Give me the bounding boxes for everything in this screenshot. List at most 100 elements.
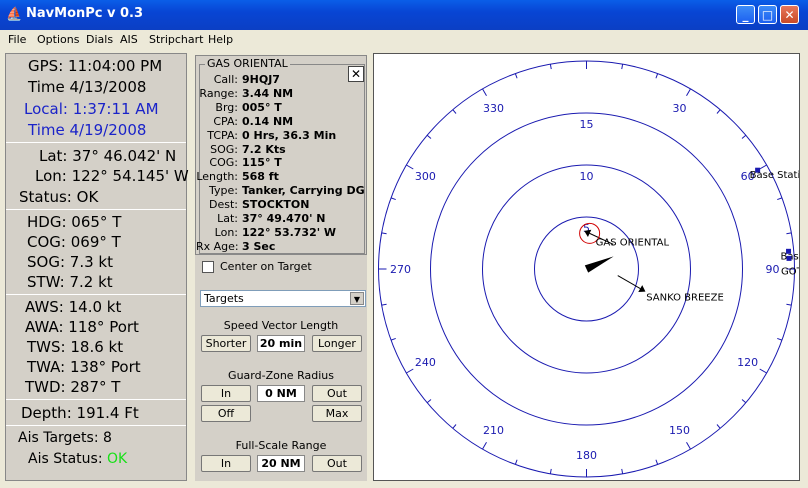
bearing-tick bbox=[786, 303, 792, 306]
aws-row: AWS: 14.0 kt bbox=[25, 298, 121, 316]
bearing-tick bbox=[741, 134, 747, 139]
menu-file[interactable]: File bbox=[8, 33, 26, 46]
chevron-down-icon[interactable]: ▼ bbox=[350, 292, 364, 305]
local-time-row: Time 4/19/2008 bbox=[28, 121, 146, 139]
speed-vector-label: Speed Vector Length bbox=[223, 319, 339, 332]
local-row: Local: 1:37:11 AM bbox=[24, 100, 159, 118]
cog-value: 069° T bbox=[70, 233, 121, 251]
ais-status-label: Ais Status: bbox=[28, 451, 103, 467]
sog-label: SOG: bbox=[27, 253, 66, 271]
base-station-icon bbox=[786, 255, 792, 261]
target-field-label: Length: bbox=[196, 170, 238, 184]
aws-label: AWS: bbox=[25, 298, 64, 316]
target-field-value: 122° 53.732' W bbox=[242, 225, 337, 239]
lat-row: Lat: 37° 46.042' N bbox=[39, 147, 176, 165]
nav-data-panel: GPS: 11:04:00 PM Time 4/13/2008 Local: 1… bbox=[5, 53, 189, 481]
shorter-button[interactable]: Shorter bbox=[201, 335, 251, 352]
target-field-value: 3.44 NM bbox=[242, 86, 294, 100]
bearing-tick bbox=[655, 459, 659, 465]
bearing-tick bbox=[786, 232, 792, 235]
bearing-label: 210 bbox=[483, 424, 504, 437]
close-target-button[interactable]: ✕ bbox=[348, 66, 364, 82]
sog-value: 7.3 kt bbox=[69, 253, 113, 271]
menu-help[interactable]: Help bbox=[208, 33, 233, 46]
lon-value: 122° 54.145' W bbox=[71, 167, 189, 185]
close-button[interactable]: ✕ bbox=[780, 5, 799, 24]
maximize-button[interactable]: □ bbox=[758, 5, 777, 24]
stw-label: STW: bbox=[27, 273, 65, 291]
target-field-value: 0 Hrs, 36.3 Min bbox=[242, 128, 337, 142]
menu-stripchart[interactable]: Stripchart bbox=[149, 33, 203, 46]
bearing-label: 270 bbox=[390, 263, 411, 276]
twd-row: TWD: 287° T bbox=[25, 378, 120, 396]
lon-row: Lon: 122° 54.145' W bbox=[35, 167, 189, 185]
bearing-label: 330 bbox=[483, 102, 504, 115]
bearing-tick bbox=[452, 424, 457, 429]
menu-dials[interactable]: Dials bbox=[86, 33, 113, 46]
full-scale-label: Full-Scale Range bbox=[235, 439, 327, 452]
guard-zone-label: Guard-Zone Radius bbox=[228, 369, 334, 382]
menu-ais[interactable]: AIS bbox=[120, 33, 138, 46]
bearing-label: 150 bbox=[669, 424, 690, 437]
ais-status-row: Ais Status: OK bbox=[28, 451, 127, 467]
bearing-tick bbox=[390, 197, 396, 201]
target-field-value: 9HQJ7 bbox=[242, 73, 280, 86]
status-row: Status: OK bbox=[19, 188, 98, 206]
full-scale-out-button[interactable]: Out bbox=[312, 455, 362, 472]
local-label: Local: bbox=[24, 100, 68, 118]
lat-label: Lat: bbox=[39, 147, 68, 165]
hdg-row: HDG: 065° T bbox=[27, 213, 121, 231]
target-label: GAS ORIENTAL bbox=[596, 237, 670, 248]
radar-svg[interactable]: 15105306090120150180210240270300330GAS O… bbox=[374, 54, 799, 480]
radar-display[interactable]: 15 10 5 30 60 90 120 150 180 210 240 270 300 330 GAS O… bbox=[373, 53, 800, 481]
lon-label: Lon: bbox=[35, 167, 67, 185]
target-field-label: Type: bbox=[209, 184, 238, 198]
bearing-tick bbox=[452, 109, 457, 114]
full-scale-in-button[interactable]: In bbox=[201, 455, 251, 472]
status-label: Status: bbox=[19, 188, 72, 206]
bearing-tick bbox=[759, 368, 767, 374]
range-ring-label: 15 bbox=[580, 118, 594, 131]
bearing-label: 180 bbox=[576, 449, 597, 462]
target-info-panel: GAS ORIENTAL ✕ Call: 9HQJ7 Range: 3.44 NM Br… bbox=[195, 55, 367, 255]
guard-zone-max-button[interactable]: Max bbox=[312, 405, 362, 422]
twd-label: TWD: bbox=[25, 378, 66, 396]
bearing-tick bbox=[716, 109, 721, 114]
target-field-label: Brg: bbox=[215, 100, 238, 114]
target-field-value: 7.2 Kts bbox=[242, 142, 286, 156]
bearing-tick bbox=[381, 303, 387, 306]
gps-value: 11:04:00 PM bbox=[68, 57, 163, 75]
local-time-value: 4/19/2008 bbox=[69, 121, 147, 139]
target-name: GAS ORIENTAL bbox=[205, 57, 290, 70]
awa-label: AWA: bbox=[25, 318, 64, 336]
bearing-label: 120 bbox=[737, 356, 758, 369]
target-label: GOTO bbox=[781, 266, 799, 277]
menu-bar: File Options Dials AIS Stripchart Help bbox=[0, 30, 808, 50]
bearing-tick bbox=[549, 468, 552, 474]
guard-zone-out-button[interactable]: Out bbox=[312, 385, 362, 402]
center-on-target-checkbox[interactable] bbox=[202, 261, 214, 273]
target-list-select[interactable]: Targets ▼ bbox=[200, 290, 366, 307]
bearing-tick bbox=[426, 134, 432, 139]
bearing-label: 30 bbox=[673, 102, 687, 115]
bearing-tick bbox=[514, 73, 518, 79]
status-value: OK bbox=[76, 188, 99, 206]
guard-zone-off-button[interactable]: Off bbox=[201, 405, 251, 422]
hdg-label: HDG: bbox=[27, 213, 67, 231]
bearing-tick bbox=[549, 64, 552, 70]
sailboat-icon: ⛵ bbox=[6, 7, 23, 22]
target-field-label: Call: bbox=[213, 73, 238, 86]
target-field-value: STOCKTON bbox=[242, 198, 310, 212]
bearing-tick bbox=[381, 232, 387, 235]
minimize-button[interactable]: _ bbox=[736, 5, 755, 24]
guard-zone-in-button[interactable]: In bbox=[201, 385, 251, 402]
target-field-value: 37° 49.470' N bbox=[242, 212, 326, 225]
longer-button[interactable]: Longer bbox=[312, 335, 362, 352]
bearing-tick bbox=[514, 459, 518, 465]
target-field-label: Lon: bbox=[214, 225, 238, 239]
menu-options[interactable]: Options bbox=[37, 33, 79, 46]
awa-value: 118° Port bbox=[68, 318, 139, 336]
guard-zone-value: 0 NM bbox=[257, 385, 305, 402]
divider bbox=[6, 425, 186, 426]
range-ring-label: 10 bbox=[580, 170, 594, 183]
